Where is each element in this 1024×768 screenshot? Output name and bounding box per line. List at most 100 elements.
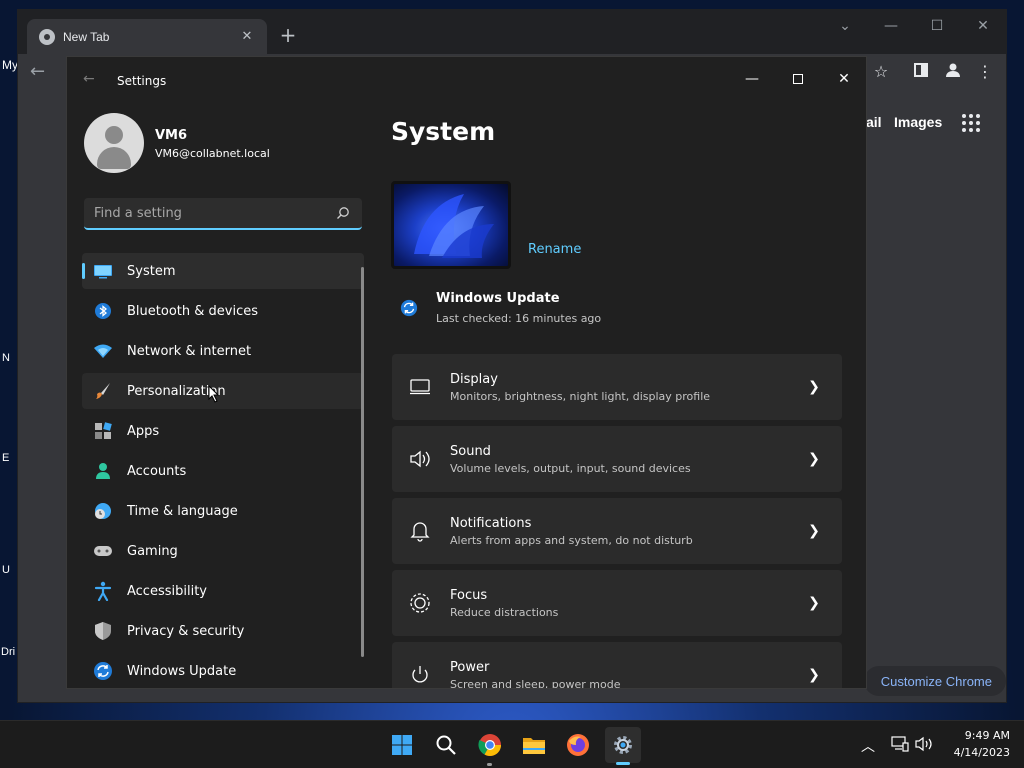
- nav-item-accounts[interactable]: Accounts: [82, 453, 364, 489]
- search-input[interactable]: [84, 198, 324, 228]
- nav-item-personalization[interactable]: Personalization: [82, 373, 364, 409]
- rename-link[interactable]: Rename: [528, 242, 581, 257]
- desktop-icons: N E U Dri: [0, 40, 18, 680]
- chrome-tab-title: New Tab: [63, 29, 110, 44]
- nav-item-time-language[interactable]: Time & language: [82, 493, 364, 529]
- card-description: Volume levels, output, input, sound devi…: [450, 461, 691, 475]
- tab-search-icon[interactable]: ⌄: [830, 16, 860, 36]
- customize-chrome-button[interactable]: Customize Chrome: [864, 666, 1006, 696]
- back-arrow-icon[interactable]: ←: [30, 61, 45, 82]
- firefox-icon[interactable]: [560, 727, 596, 763]
- chrome-tabstrip: New Tab ✕ + ⌄ — ☐ ✕: [18, 10, 1006, 54]
- nav-item-apps[interactable]: Apps: [82, 413, 364, 449]
- clock-time[interactable]: 9:49 AM: [940, 729, 1010, 742]
- power-card[interactable]: Power Screen and sleep, power mode ❯: [392, 642, 842, 688]
- profile-icon[interactable]: [942, 62, 964, 82]
- notifications-card[interactable]: Notifications Alerts from apps and syste…: [392, 498, 842, 564]
- search-box[interactable]: [84, 198, 362, 230]
- nav-label: Privacy & security: [127, 623, 245, 639]
- card-description: Monitors, brightness, night light, displ…: [450, 389, 711, 403]
- maximize-button[interactable]: ☐: [922, 16, 952, 36]
- file-explorer-icon[interactable]: [516, 727, 552, 763]
- card-description: Reduce distractions: [450, 605, 559, 619]
- user-email: VM6@collabnet.local: [155, 147, 270, 160]
- display-card[interactable]: Display Monitors, brightness, night ligh…: [392, 354, 842, 420]
- apps-icon: [93, 421, 113, 441]
- clock-date[interactable]: 4/14/2023: [940, 746, 1010, 759]
- network-tray-icon[interactable]: [890, 736, 910, 754]
- settings-gear-icon[interactable]: [605, 727, 641, 763]
- bell-icon: [409, 520, 431, 542]
- avatar[interactable]: [84, 113, 144, 173]
- kebab-menu-icon[interactable]: ⋮: [974, 62, 996, 81]
- search-icon[interactable]: [428, 727, 464, 763]
- desktop-icon-label[interactable]: N: [2, 352, 10, 364]
- sound-icon: [409, 448, 431, 470]
- nav-label: Bluetooth & devices: [127, 303, 258, 319]
- nav-label: Time & language: [127, 503, 238, 519]
- settings-window: ← Settings — ✕ VM6 VM6@collabnet.local S…: [66, 56, 867, 689]
- settings-main: System Rename Windows Update Last checke…: [391, 57, 866, 688]
- chrome-tab[interactable]: New Tab ✕: [27, 19, 267, 54]
- new-tab-button[interactable]: +: [276, 23, 300, 47]
- personalization-icon: [93, 381, 113, 401]
- nav-scrollbar[interactable]: [361, 267, 364, 657]
- close-tab-icon[interactable]: ✕: [239, 29, 255, 44]
- privacy-shield-icon: [93, 621, 113, 641]
- minimize-button[interactable]: —: [876, 16, 906, 36]
- nav-item-system[interactable]: System: [82, 253, 364, 289]
- nav-label: Accounts: [127, 463, 187, 479]
- page-title: System: [391, 117, 496, 146]
- google-apps-icon[interactable]: [962, 114, 980, 132]
- nav-label: Windows Update: [127, 663, 237, 679]
- side-panel-icon[interactable]: [910, 62, 932, 81]
- power-icon: [409, 664, 431, 686]
- focus-icon: [409, 592, 431, 614]
- desktop-icon-label[interactable]: U: [2, 564, 10, 576]
- nav-item-gaming[interactable]: Gaming: [82, 533, 364, 569]
- nav-item-windows-update[interactable]: Windows Update: [82, 653, 364, 688]
- window-title: Settings: [117, 74, 167, 88]
- running-indicator: [487, 763, 492, 766]
- focus-card[interactable]: Focus Reduce distractions ❯: [392, 570, 842, 636]
- accessibility-icon: [93, 581, 113, 601]
- customize-chrome-label: Customize Chrome: [880, 673, 992, 689]
- card-description: Alerts from apps and system, do not dist…: [450, 533, 693, 547]
- system-icon: [93, 261, 113, 281]
- chevron-right-icon: ❯: [808, 451, 820, 467]
- chrome-icon[interactable]: [472, 727, 508, 763]
- bookmark-star-icon[interactable]: ☆: [870, 62, 892, 81]
- nav-item-bluetooth[interactable]: Bluetooth & devices: [82, 293, 364, 329]
- chevron-right-icon: ❯: [808, 595, 820, 611]
- taskbar: ︿: [0, 720, 1024, 768]
- volume-icon[interactable]: [914, 736, 934, 754]
- card-title: Power: [450, 659, 490, 675]
- windows-update-title[interactable]: Windows Update: [436, 291, 560, 306]
- search-icon[interactable]: [336, 206, 350, 220]
- card-title: Notifications: [450, 515, 532, 531]
- selection-indicator: [82, 263, 85, 279]
- chrome-favicon-icon: [39, 28, 55, 45]
- chevron-up-icon[interactable]: ︿: [858, 736, 878, 755]
- back-arrow-icon[interactable]: ←: [83, 71, 95, 87]
- bluetooth-icon: [93, 301, 113, 321]
- active-app-indicator: [616, 762, 630, 765]
- desktop-icon-label[interactable]: E: [2, 452, 9, 464]
- user-name: VM6: [155, 128, 188, 143]
- windows-update-icon: [93, 661, 113, 681]
- sound-card[interactable]: Sound Volume levels, output, input, soun…: [392, 426, 842, 492]
- chevron-right-icon: ❯: [808, 523, 820, 539]
- close-window-button[interactable]: ✕: [968, 16, 998, 36]
- desktop-icon-label[interactable]: Dri: [1, 646, 15, 658]
- nav-label: Gaming: [127, 543, 178, 559]
- nav-item-accessibility[interactable]: Accessibility: [82, 573, 364, 609]
- nav-label: Accessibility: [127, 583, 207, 599]
- images-link[interactable]: Images: [894, 114, 942, 130]
- chevron-right-icon: ❯: [808, 379, 820, 395]
- gmail-link[interactable]: ail: [866, 114, 882, 130]
- nav-item-network[interactable]: Network & internet: [82, 333, 364, 369]
- nav-item-privacy[interactable]: Privacy & security: [82, 613, 364, 649]
- settings-nav: System Bluetooth & devices Network & int…: [82, 253, 364, 688]
- card-title: Focus: [450, 587, 488, 603]
- windows-start-icon[interactable]: [384, 727, 420, 763]
